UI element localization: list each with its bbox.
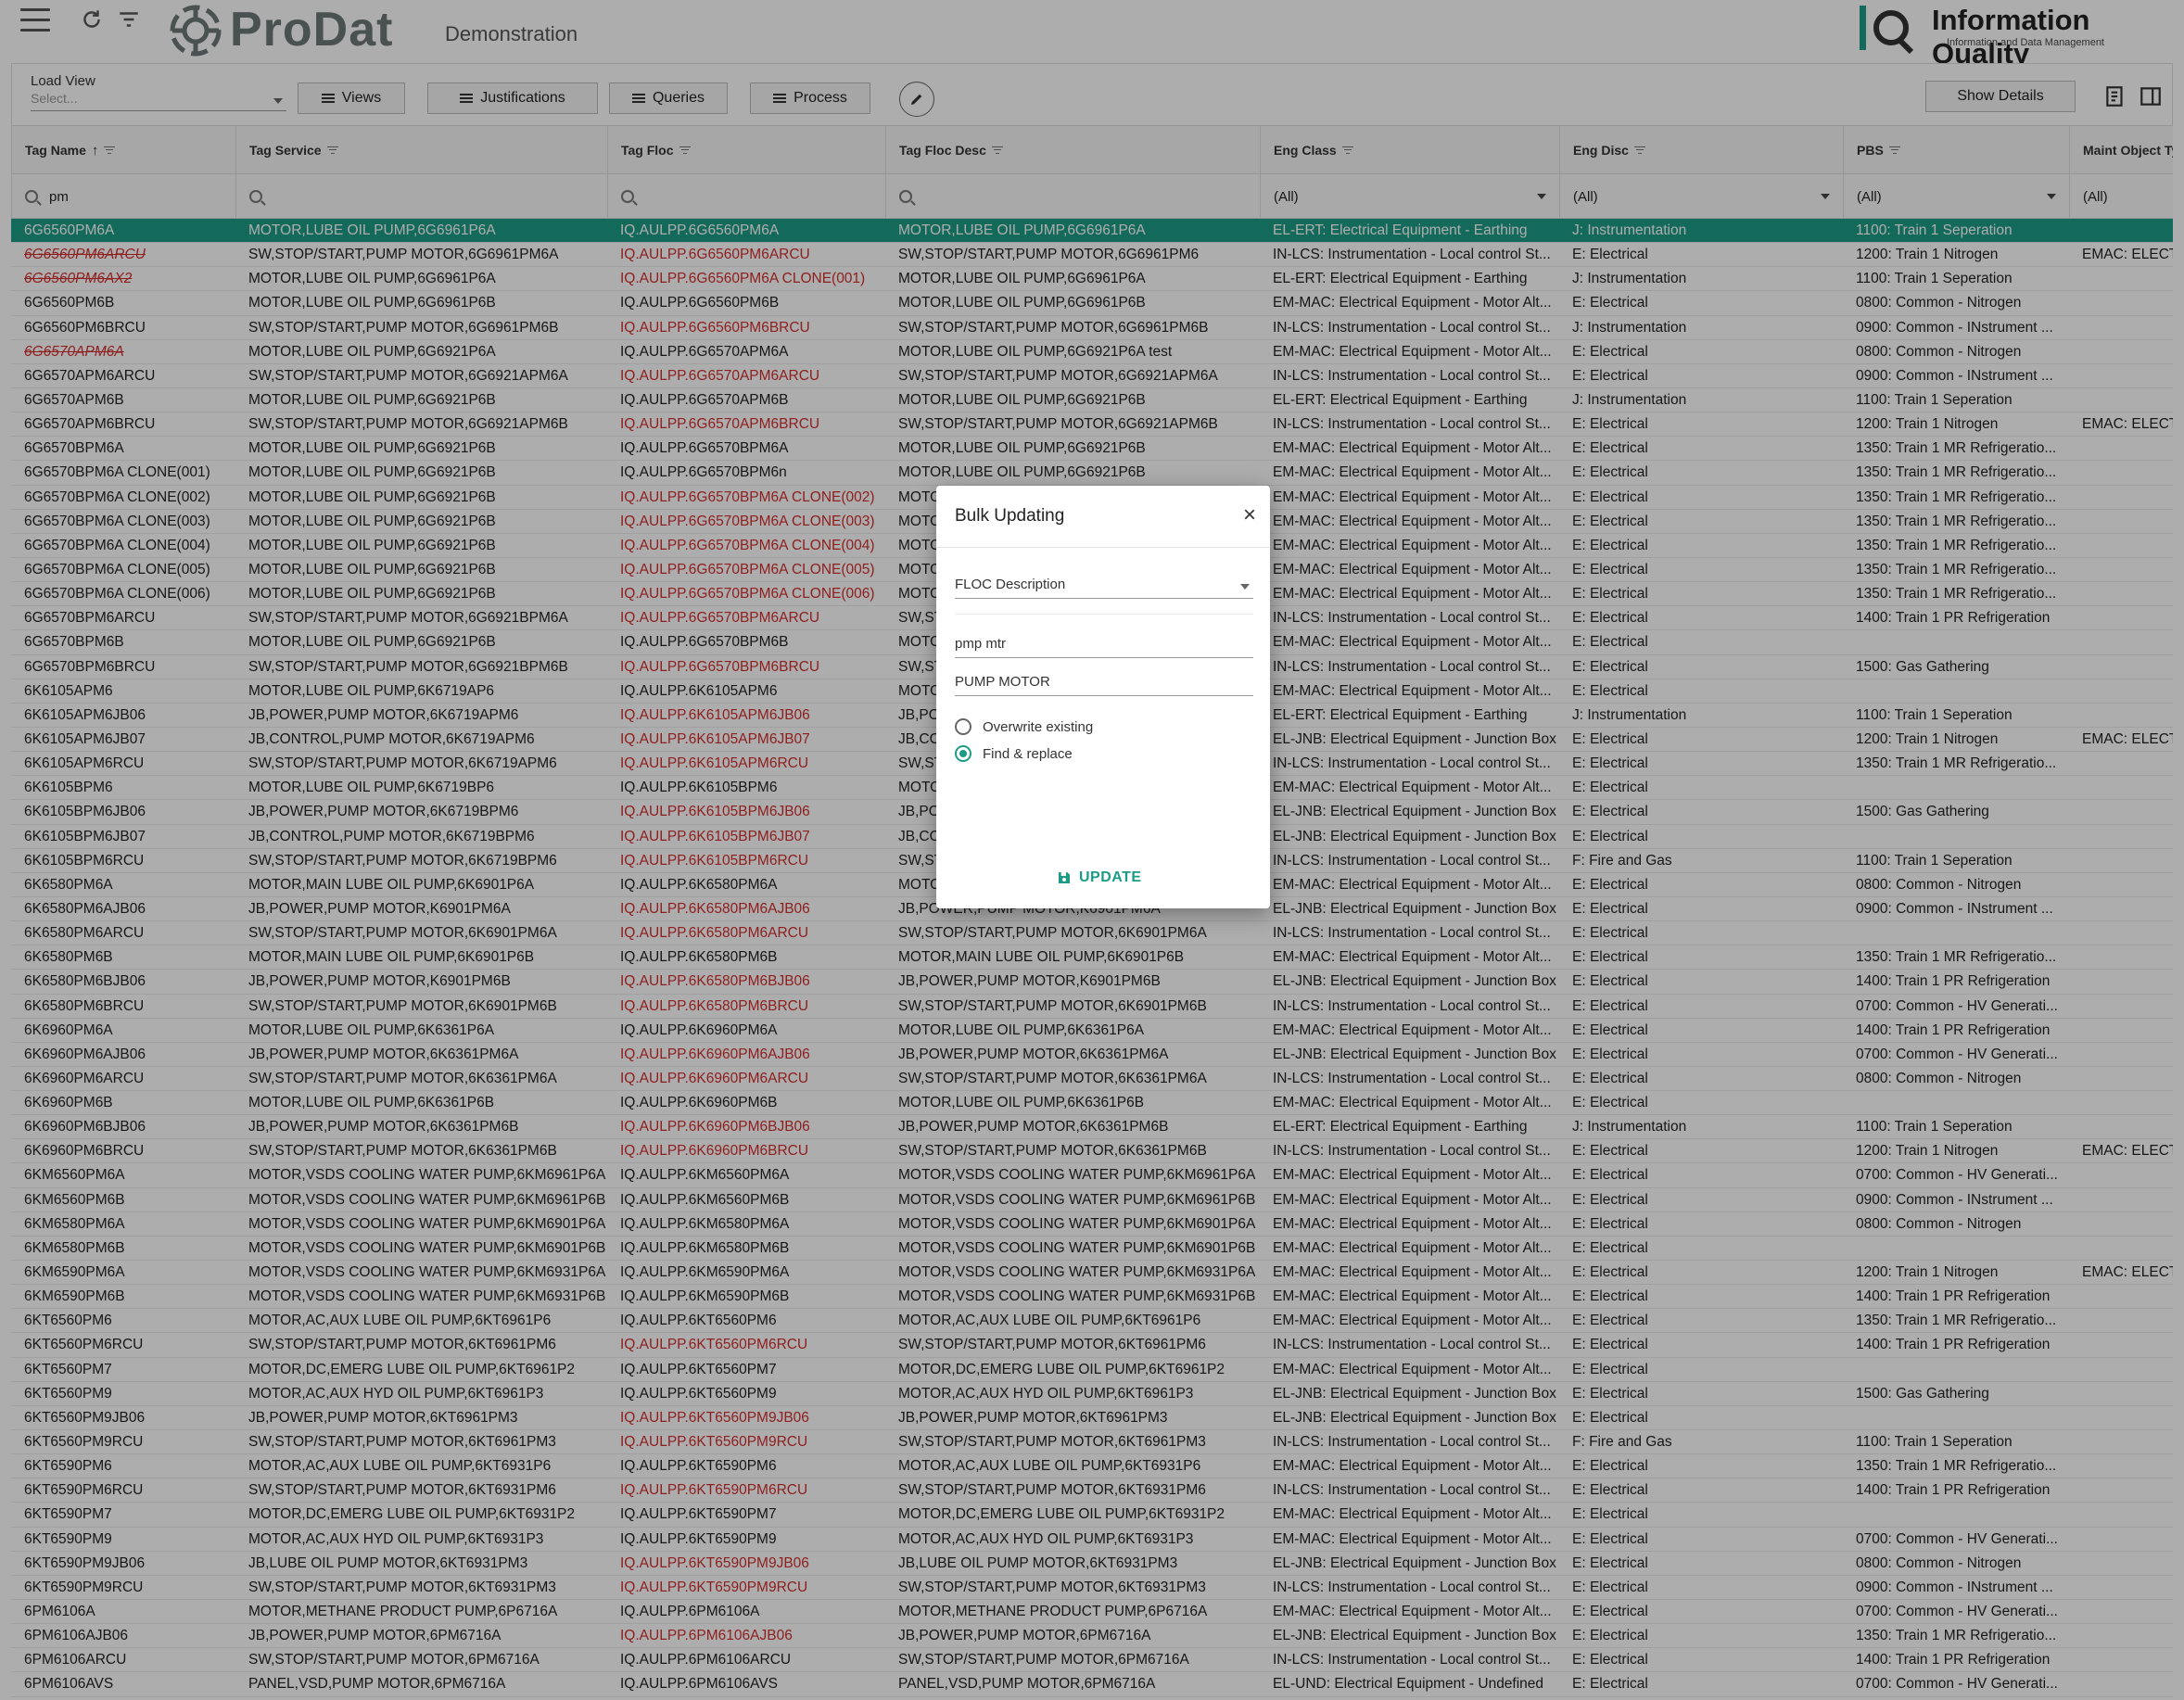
radio-find-replace[interactable]: Find & replace	[955, 742, 1073, 765]
radio-circle-icon	[955, 718, 971, 735]
dialog-divider	[936, 547, 1270, 548]
field-select-value: FLOC Description	[955, 577, 1066, 592]
radio-overwrite-label: Overwrite existing	[983, 718, 1094, 735]
field-divider	[955, 614, 1253, 615]
radio-find-replace-label: Find & replace	[983, 745, 1073, 762]
save-icon	[1059, 872, 1070, 883]
update-label: UPDATE	[1079, 869, 1142, 885]
update-button[interactable]: UPDATE	[1057, 864, 1142, 892]
field-select[interactable]: FLOC Description	[955, 575, 1253, 599]
close-icon[interactable]: ×	[1238, 504, 1261, 526]
radio-circle-icon	[955, 745, 971, 762]
dialog-title: Bulk Updating	[955, 506, 1065, 526]
find-input[interactable]: pmp mtr	[955, 634, 1253, 658]
radio-overwrite[interactable]: Overwrite existing	[955, 716, 1093, 738]
chevron-down-icon	[1240, 584, 1250, 590]
bulk-update-dialog: Bulk Updating × FLOC Description pmp mtr…	[936, 486, 1270, 908]
replace-input[interactable]: PUMP MOTOR	[955, 672, 1253, 696]
